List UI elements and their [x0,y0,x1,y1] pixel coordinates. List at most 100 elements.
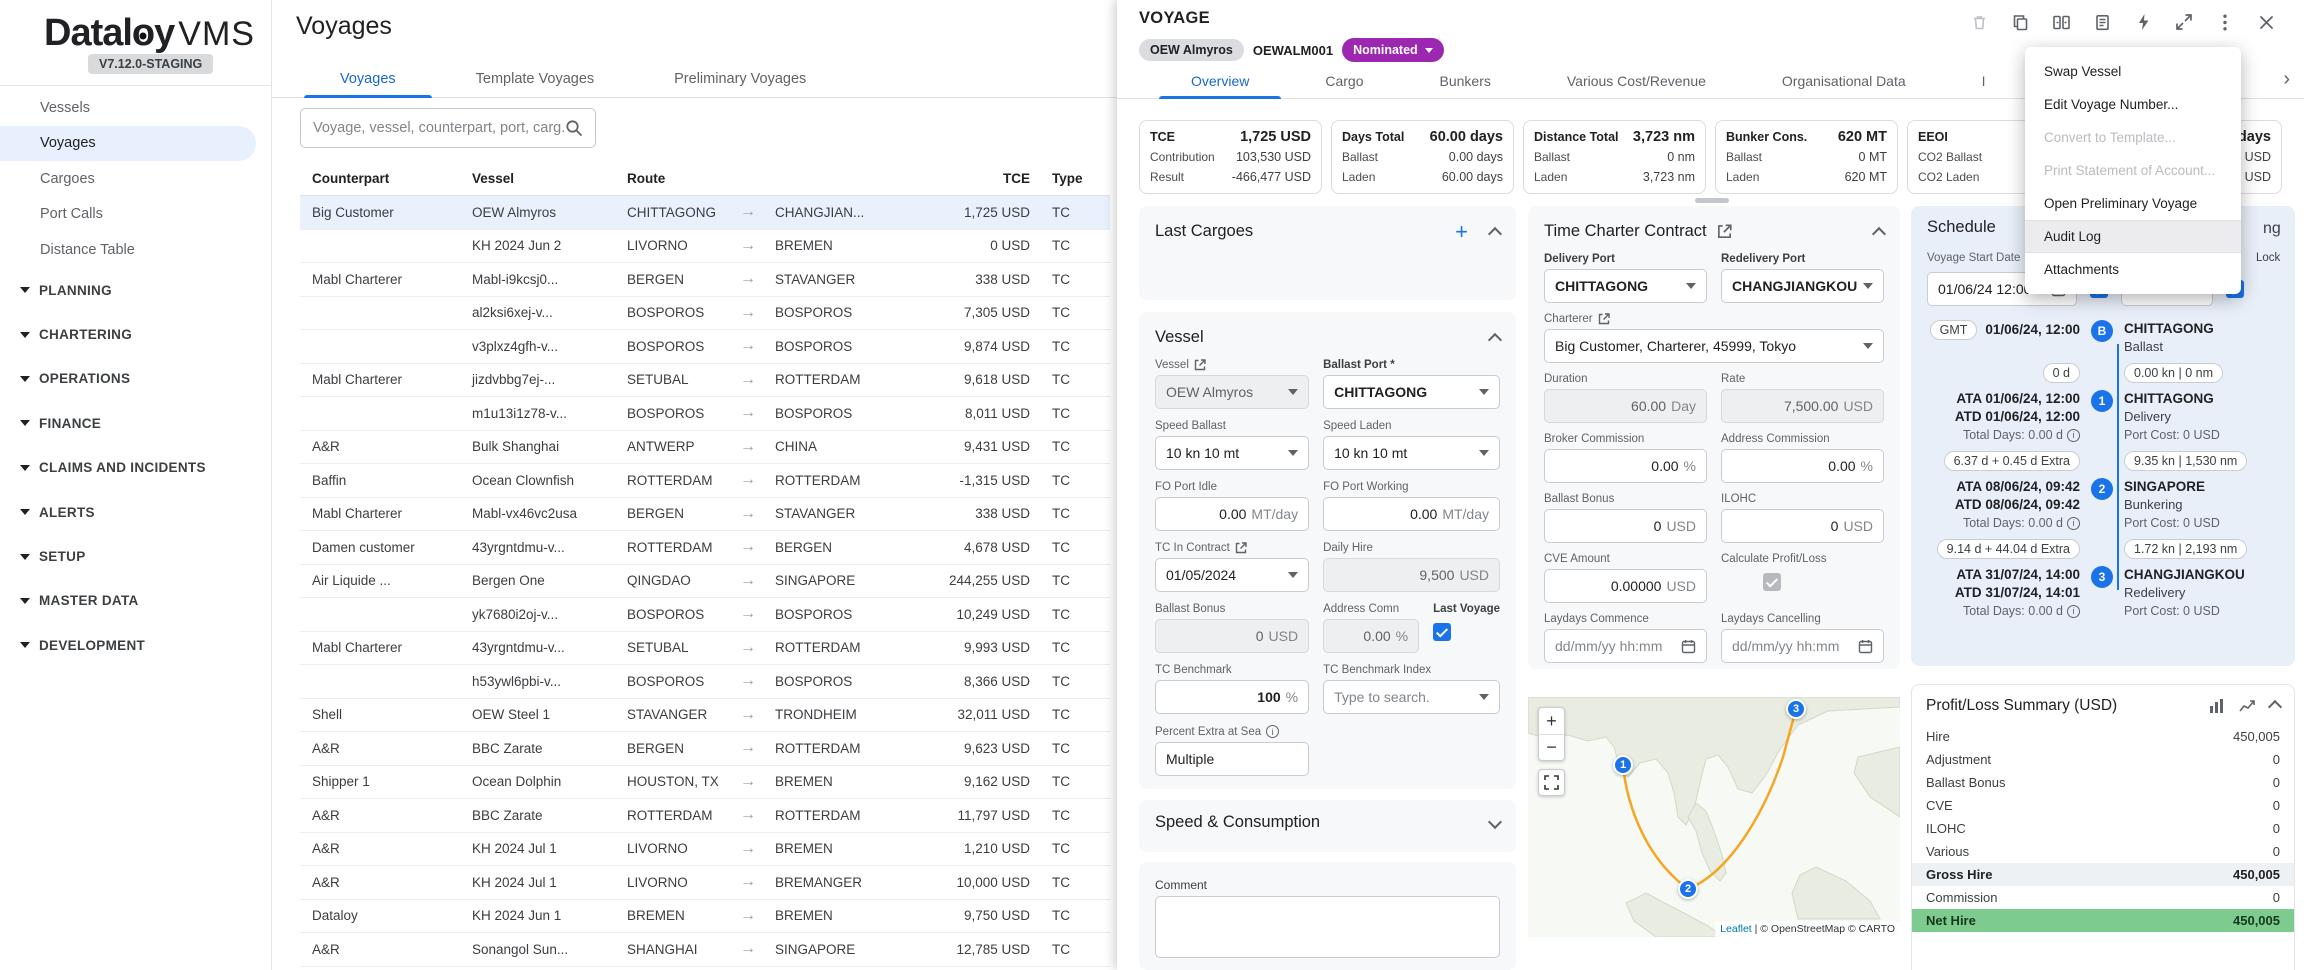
search-icon[interactable] [565,119,583,137]
tab-cargo[interactable]: Cargo [1287,64,1401,98]
calendar-icon[interactable] [1858,639,1873,654]
table-row[interactable]: Mabl Charterer Mabl-i9kcsj0... BERGEN → … [300,263,1110,297]
table-row[interactable]: Shell OEW Steel 1 STAVANGER → TRONDHEIM … [300,699,1110,733]
sidebar-section[interactable]: DEVELOPMENT [0,623,271,667]
zoom-out-button[interactable]: − [1539,734,1564,760]
menu-item[interactable]: Print Statement of Account... [2025,154,2241,187]
col-counterpart[interactable]: Counterpart [300,171,460,186]
sidebar-section[interactable]: CLAIMS AND INCIDENTS [0,446,271,490]
menu-item[interactable]: Swap Vessel [2025,55,2241,88]
map-marker-2[interactable]: 2 [1678,879,1698,899]
info-icon[interactable]: i [2067,605,2080,618]
menu-item[interactable]: Audit Log [2025,220,2241,253]
copy-icon[interactable] [2010,12,2030,32]
table-row[interactable]: yk7680i2oj-v... BOSPOROS → BOSPOROS 10,2… [300,598,1110,632]
sidebar-item[interactable]: Cargoes [0,161,271,197]
info-icon[interactable]: i [2067,517,2080,530]
kebab-icon[interactable] [2215,12,2235,32]
sidebar-item[interactable]: Distance Table [0,232,271,268]
menu-item[interactable]: Open Preliminary Voyage [2025,187,2241,220]
waterfall-chart-icon[interactable] [2239,698,2256,714]
tab-template-voyages[interactable]: Template Voyages [436,60,635,97]
leaflet-link[interactable]: Leaflet [1720,923,1752,935]
tab-various-cost-revenue[interactable]: Various Cost/Revenue [1529,64,1744,98]
schedule-tab-fragment[interactable]: ng [2263,220,2281,238]
sidebar-item[interactable]: Voyages [0,126,256,162]
table-row[interactable]: Damen customer 43yrgntdmu-v... ROTTERDAM… [300,531,1110,565]
sidebar-section[interactable]: MASTER DATA [0,579,271,623]
sidebar-section[interactable]: SETUP [0,534,271,578]
table-row[interactable]: A&R KH 2024 Jul 1 LIVORNO → BREMEN 1,210… [300,833,1110,867]
delete-icon[interactable] [1969,12,1989,32]
table-row[interactable]: Air Liquide ... Bergen One QINGDAO → SIN… [300,565,1110,599]
table-row[interactable]: Big Customer OEW Almyros CHITTAGONG → CH… [300,196,1110,230]
info-icon[interactable]: i [1266,725,1279,738]
timeline-stop[interactable]: ATA 08/06/24, 09:42 ATD 08/06/24, 09:42 … [1927,478,2279,532]
col-route[interactable]: Route [615,171,733,186]
menu-item[interactable]: Edit Voyage Number... [2025,88,2241,121]
collapse-icon[interactable] [1488,332,1502,346]
zoom-in-button[interactable]: + [1539,708,1564,734]
tab-overview[interactable]: Overview [1153,64,1287,98]
table-row[interactable]: v3plxz4gfh-v... BOSPOROS → BOSPOROS 9,87… [300,330,1110,364]
external-link-icon[interactable] [1717,224,1732,239]
sidebar-item[interactable]: Vessels [0,90,271,126]
menu-item[interactable]: Attachments [2025,253,2241,286]
expand-icon[interactable] [2174,12,2194,32]
external-link-icon[interactable] [1235,542,1247,554]
voyage-search[interactable] [300,108,596,148]
timeline-stop[interactable]: ATA 31/07/24, 14:00 ATD 31/07/24, 14:01 … [1927,566,2279,620]
menu-item[interactable]: Convert to Template... [2025,121,2241,154]
kpi-scrollbar[interactable] [1695,198,1729,203]
fullscreen-button[interactable] [1538,769,1565,796]
table-row[interactable]: A&R Sonangol Sun... SHANGHAI → SINGAPORE… [300,933,1110,967]
collapse-icon[interactable] [1872,226,1886,240]
map-marker-3[interactable]: 3 [1786,699,1806,719]
map-marker-1[interactable]: 1 [1613,755,1633,775]
sidebar-section[interactable]: OPERATIONS [0,357,271,401]
table-row[interactable]: A&R KH 2024 Jul 1 LIVORNO → BREMANGER 10… [300,866,1110,900]
tab-preliminary-voyages[interactable]: Preliminary Voyages [634,60,846,97]
table-row[interactable]: A&R BBC Zarate BERGEN → ROTTERDAM 9,623 … [300,732,1110,766]
table-row[interactable]: al2ksi6xej-v... BOSPOROS → BOSPOROS 7,30… [300,297,1110,331]
expand-icon[interactable] [1488,814,1502,828]
external-link-icon[interactable] [1598,313,1610,325]
table-row[interactable]: Mabl Charterer Mabl-vx46vc2usa BERGEN → … [300,498,1110,532]
sidebar-section[interactable]: FINANCE [0,401,271,445]
voyage-map[interactable]: 1 2 3 + − Leaflet | © OpenStreetMap © CA… [1528,697,1900,937]
table-row[interactable]: h53ywl6pbi-v... BOSPOROS → BOSPOROS 8,36… [300,665,1110,699]
table-row[interactable]: A&R Bulk Shanghai ANTWERP → CHINA 9,431 … [300,431,1110,465]
sidebar-section[interactable]: PLANNING [0,268,271,312]
calendar-icon[interactable] [1681,639,1696,654]
add-cargo-button[interactable]: + [1455,225,1468,239]
tab-voyages[interactable]: Voyages [300,60,436,97]
collapse-icon[interactable] [1488,226,1502,240]
col-vessel[interactable]: Vessel [460,171,615,186]
table-row[interactable]: Mabl Charterer jizdvbbg7ej-... SETUBAL →… [300,364,1110,398]
table-row[interactable]: m1u13i1z78-v... BOSPOROS → BOSPOROS 8,01… [300,397,1110,431]
bar-chart-icon[interactable] [2209,698,2225,714]
timezone-chip[interactable]: GMT [1930,320,1978,340]
sidebar-section[interactable]: CHARTERING [0,312,271,356]
table-row[interactable]: A&R BBC Zarate ROTTERDAM → ROTTERDAM 11,… [300,799,1110,833]
collapse-icon[interactable] [2268,700,2282,714]
comment-input[interactable] [1155,896,1500,958]
last-voyage-checkbox[interactable] [1433,623,1451,641]
timeline-origin-stop[interactable]: GMT01/06/24, 12:00 B CHITTAGONG Ballast [1927,320,2279,356]
bolt-icon[interactable] [2133,12,2153,32]
tab-partial[interactable]: I [1944,64,2024,98]
sidebar-item[interactable]: Port Calls [0,197,271,233]
tabs-scroll-right-icon[interactable]: › [2283,68,2290,91]
table-row[interactable]: Baffin Ocean Clownfish ROTTERDAM → ROTTE… [300,464,1110,498]
close-icon[interactable] [2256,12,2276,32]
col-type[interactable]: Type [1040,171,1100,186]
sidebar-section[interactable]: ALERTS [0,490,271,534]
tab-organisational-data[interactable]: Organisational Data [1744,64,1944,98]
pdf-icon[interactable] [2092,12,2112,32]
table-row[interactable]: Shipper 1 Ocean Dolphin HOUSTON, TX → BR… [300,766,1110,800]
table-row[interactable]: Mabl Charterer 43yrgntdmu-v... SETUBAL →… [300,632,1110,666]
external-link-icon[interactable] [1194,359,1206,371]
tab-bunkers[interactable]: Bunkers [1402,64,1529,98]
compare-icon[interactable] [2051,12,2071,32]
search-input[interactable] [313,120,565,136]
